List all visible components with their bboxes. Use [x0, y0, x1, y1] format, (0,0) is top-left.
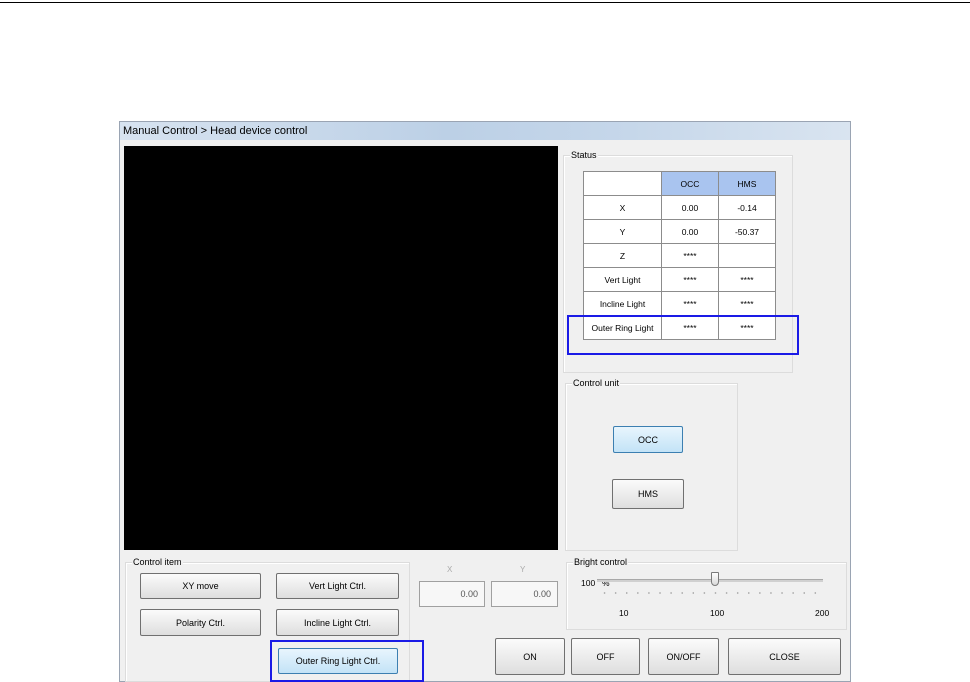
status-col-occ: OCC: [661, 171, 719, 196]
incline-light-ctrl-button[interactable]: Incline Light Ctrl.: [276, 609, 399, 636]
x-field-label: X: [447, 565, 453, 574]
bright-slider-ticks: [599, 592, 821, 594]
outer-ring-light-status-highlight: [567, 315, 799, 355]
y-position-field[interactable]: 0.00: [491, 581, 558, 607]
status-hms-value: ****: [718, 291, 776, 316]
status-occ-value: ****: [661, 243, 719, 268]
table-row: Z ****: [583, 243, 776, 268]
polarity-ctrl-button[interactable]: Polarity Ctrl.: [140, 609, 261, 636]
off-button[interactable]: OFF: [571, 638, 640, 675]
on-off-button[interactable]: ON/OFF: [648, 638, 719, 675]
bright-control-group: Bright control: [566, 557, 847, 630]
on-button[interactable]: ON: [495, 638, 565, 675]
status-corner-cell: [583, 171, 662, 196]
status-group-label: Status: [570, 150, 598, 160]
status-hms-value: ****: [718, 267, 776, 292]
document-top-rule: [0, 2, 970, 3]
status-hms-value: -0.14: [718, 195, 776, 220]
status-occ-value: ****: [661, 267, 719, 292]
table-row: Incline Light **** ****: [583, 291, 776, 316]
control-unit-label: Control unit: [572, 378, 621, 388]
status-row-label: X: [583, 195, 662, 220]
status-row-label: Incline Light: [583, 291, 662, 316]
status-header-row: OCC HMS: [583, 171, 776, 196]
status-hms-value: [718, 243, 776, 268]
table-row: X 0.00 -0.14: [583, 195, 776, 220]
status-occ-value: ****: [661, 291, 719, 316]
control-unit-group: Control unit: [565, 378, 738, 551]
xy-move-button[interactable]: XY move: [140, 573, 261, 599]
bright-slider-thumb[interactable]: [711, 572, 719, 586]
bright-control-label: Bright control: [573, 557, 629, 567]
table-row: Y 0.00 -50.37: [583, 219, 776, 244]
outer-ring-light-ctrl-highlight: [270, 640, 424, 682]
hms-unit-button[interactable]: HMS: [612, 479, 684, 509]
status-hms-value: -50.37: [718, 219, 776, 244]
bright-slider-track[interactable]: [597, 579, 823, 582]
y-field-label: Y: [520, 565, 526, 574]
head-device-control-window: Manual Control > Head device control Sta…: [119, 121, 851, 682]
bright-min-label: 10: [619, 608, 629, 618]
control-item-label: Control item: [132, 557, 183, 567]
status-col-hms: HMS: [718, 171, 776, 196]
status-occ-value: 0.00: [661, 219, 719, 244]
close-button[interactable]: CLOSE: [728, 638, 841, 675]
status-row-label: Z: [583, 243, 662, 268]
occ-unit-button[interactable]: OCC: [613, 426, 683, 453]
window-title: Manual Control > Head device control: [123, 125, 308, 137]
status-row-label: Vert Light: [583, 267, 662, 292]
table-row: Vert Light **** ****: [583, 267, 776, 292]
status-occ-value: 0.00: [661, 195, 719, 220]
bright-max-label: 200: [815, 608, 830, 618]
status-row-label: Y: [583, 219, 662, 244]
window-titlebar: Manual Control > Head device control: [120, 122, 850, 140]
camera-view: [124, 146, 558, 550]
bright-mid-label: 100: [710, 608, 725, 618]
bright-value: 100: [581, 578, 596, 588]
vert-light-ctrl-button[interactable]: Vert Light Ctrl.: [276, 573, 399, 599]
x-position-field[interactable]: 0.00: [419, 581, 485, 607]
